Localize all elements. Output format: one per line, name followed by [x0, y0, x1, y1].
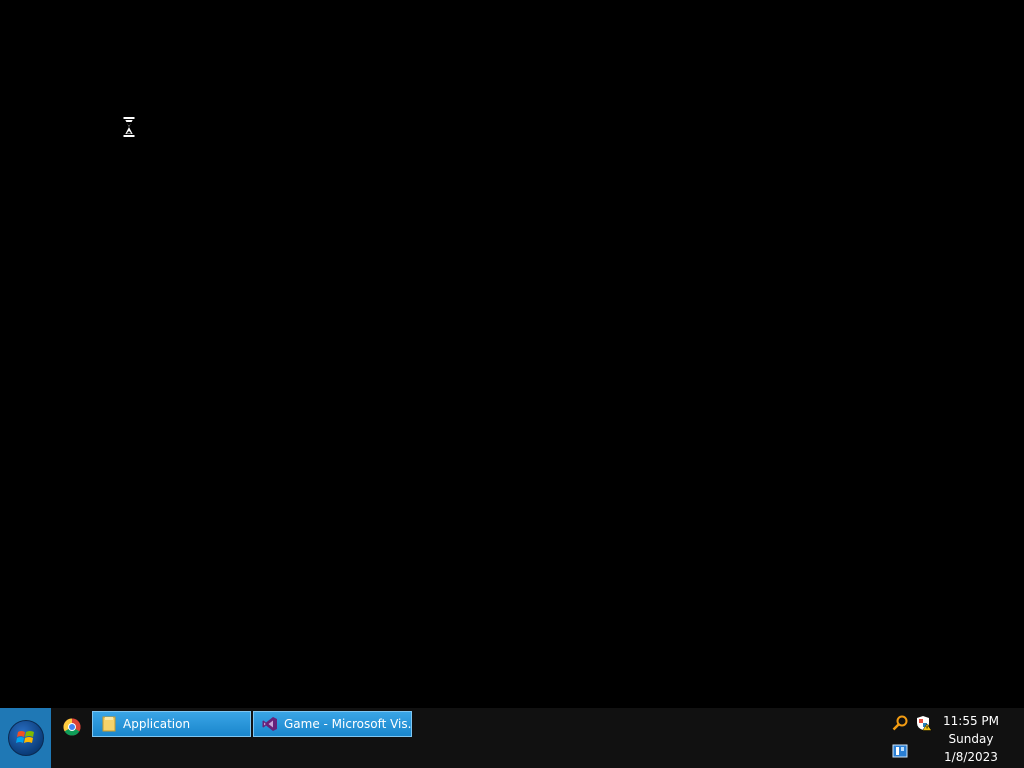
clock-day: Sunday: [948, 732, 994, 746]
clock-date: 1/8/2023: [944, 750, 998, 764]
windows-logo-icon: [7, 720, 44, 756]
network-tray-icon[interactable]: [891, 742, 909, 760]
taskbar-button-label: Application: [123, 717, 191, 731]
taskbar-button-application[interactable]: Application: [92, 711, 251, 737]
folder-icon: [101, 716, 117, 732]
taskbar: Application Game - Microsoft Vis... 11:5…: [0, 708, 1024, 768]
chrome-icon[interactable]: [57, 712, 87, 742]
search-tray-icon[interactable]: [891, 714, 909, 732]
clock-time: 11:55 PM: [943, 714, 999, 728]
visual-studio-icon: [262, 716, 278, 732]
hourglass-icon: [122, 116, 136, 138]
shield-warning-icon[interactable]: [915, 714, 933, 732]
start-button[interactable]: [0, 708, 51, 768]
taskbar-button-visual-studio[interactable]: Game - Microsoft Vis...: [253, 711, 412, 737]
desktop[interactable]: [0, 0, 1024, 708]
taskbar-button-label: Game - Microsoft Vis...: [284, 717, 411, 731]
taskbar-clock[interactable]: 11:55 PM Sunday 1/8/2023: [936, 712, 1006, 766]
